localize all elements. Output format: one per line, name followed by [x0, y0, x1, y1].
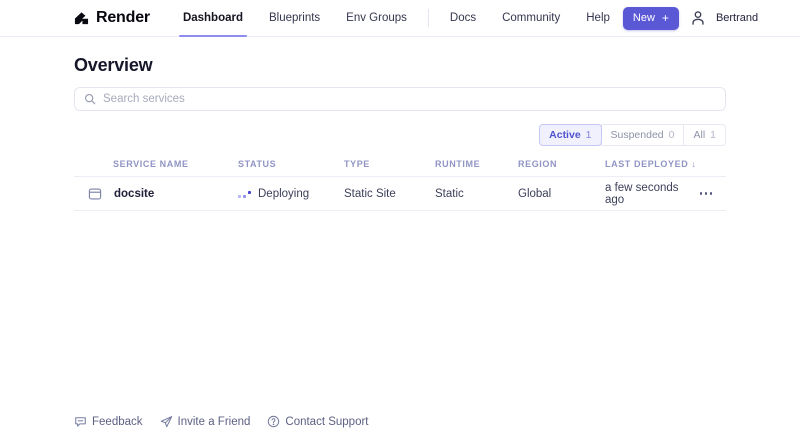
deploying-spinner-icon [238, 190, 251, 198]
region-cell: Global [518, 187, 552, 200]
main-content: Overview Active 1 Suspended 0 All 1 [0, 55, 800, 211]
new-button-label: New [632, 12, 655, 24]
user-name: Bertrand [715, 12, 759, 24]
feedback-icon [74, 415, 87, 428]
top-navbar: Render Dashboard Blueprints Env Groups D… [0, 0, 800, 37]
service-name: docsite [114, 187, 155, 200]
invite-friend-label: Invite a Friend [177, 415, 251, 428]
col-actions [697, 159, 737, 169]
user-avatar-icon [689, 9, 707, 27]
page-title: Overview [74, 55, 153, 75]
render-logo[interactable]: Render [74, 0, 150, 36]
user-menu[interactable]: Bertrand [689, 9, 800, 27]
col-runtime[interactable]: RUNTIME [435, 159, 518, 169]
filter-active-count: 1 [585, 129, 592, 141]
nav-divider [427, 9, 429, 27]
nav-help[interactable]: Help [573, 0, 623, 36]
contact-support-link[interactable]: Contact Support [267, 415, 369, 428]
services-table: SERVICE NAME STATUS TYPE RUNTIME REGION … [74, 159, 726, 211]
table-row[interactable]: docsite Deploying Static Site Static Glo… [74, 177, 726, 211]
brand-name: Render [96, 9, 150, 26]
nav-env-groups[interactable]: Env Groups [333, 0, 420, 36]
static-site-icon [88, 187, 102, 201]
invite-friend-link[interactable]: Invite a Friend [160, 415, 251, 428]
nav-docs[interactable]: Docs [437, 0, 489, 36]
primary-nav: Dashboard Blueprints Env Groups Docs Com… [170, 0, 623, 37]
col-service-name[interactable]: SERVICE NAME [74, 159, 238, 169]
status-filter-group: Active 1 Suspended 0 All 1 [539, 124, 726, 146]
nav-dashboard[interactable]: Dashboard [170, 0, 256, 37]
filter-active[interactable]: Active 1 [539, 124, 602, 146]
type-cell: Static Site [344, 187, 396, 200]
search-input[interactable] [103, 93, 716, 105]
nav-community[interactable]: Community [489, 0, 573, 36]
filter-suspended-count: 0 [668, 129, 675, 141]
col-last-deployed[interactable]: LAST DEPLOYED ↓ [605, 159, 697, 169]
contact-support-label: Contact Support [285, 415, 369, 428]
row-actions-menu[interactable] [686, 186, 726, 201]
plus-icon: + [661, 11, 669, 25]
filter-suspended-label: Suspended [610, 129, 664, 141]
filter-all-label: All [693, 129, 706, 141]
render-logo-icon [74, 11, 89, 26]
nav-blueprints[interactable]: Blueprints [256, 0, 333, 36]
filter-active-label: Active [549, 129, 581, 141]
feedback-link[interactable]: Feedback [74, 415, 143, 428]
filter-all-count: 1 [710, 129, 716, 141]
paper-plane-icon [160, 415, 173, 428]
status-cell: Deploying [238, 188, 344, 200]
col-type[interactable]: TYPE [344, 159, 435, 169]
footer: Feedback Invite a Friend Contact Support [74, 415, 369, 428]
col-status[interactable]: STATUS [238, 159, 344, 169]
filter-row: Active 1 Suspended 0 All 1 [74, 124, 726, 146]
filter-all[interactable]: All 1 [683, 124, 726, 146]
search-box[interactable] [74, 87, 726, 111]
runtime-cell: Static [435, 187, 464, 200]
feedback-label: Feedback [92, 415, 143, 428]
status-text: Deploying [258, 187, 310, 200]
search-icon [84, 93, 96, 105]
filter-suspended[interactable]: Suspended 0 [600, 124, 685, 146]
last-deployed-cell: a few seconds ago [605, 181, 679, 206]
navbar-right: New + Bertrand [622, 0, 800, 36]
service-name-cell[interactable]: docsite [74, 187, 238, 201]
new-button[interactable]: New + [622, 6, 679, 30]
col-last-deployed-label: LAST DEPLOYED [605, 159, 689, 169]
help-circle-icon [267, 415, 280, 428]
table-header-row: SERVICE NAME STATUS TYPE RUNTIME REGION … [74, 159, 726, 177]
col-region[interactable]: REGION [518, 159, 605, 169]
